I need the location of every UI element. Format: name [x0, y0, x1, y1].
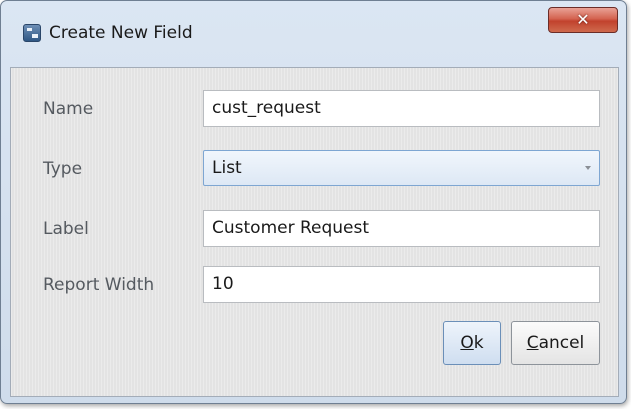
label-label: Label	[43, 219, 89, 239]
title-bar[interactable]: Create New Field ✕	[1, 1, 626, 67]
type-select[interactable]: List	[203, 150, 600, 186]
cancel-mnemonic: C	[526, 333, 539, 353]
window-title: Create New Field	[49, 23, 193, 43]
ok-mnemonic: O	[460, 333, 474, 353]
label-field[interactable]: Customer Request	[203, 210, 600, 247]
report-width-field[interactable]: 10	[203, 266, 600, 303]
type-select-value: List	[212, 158, 242, 178]
close-button[interactable]: ✕	[548, 7, 618, 33]
ok-label-rest: k	[473, 333, 484, 353]
type-label: Type	[43, 159, 83, 179]
name-field[interactable]: cust_request	[203, 90, 600, 127]
ok-button[interactable]: Ok	[443, 321, 501, 365]
report-width-label: Report Width	[43, 275, 155, 295]
app-icon	[23, 24, 41, 42]
dialog-content: Name cust_request Type List Label Custom…	[10, 67, 619, 397]
cancel-button[interactable]: Cancel	[511, 321, 600, 365]
chevron-down-icon	[585, 166, 591, 170]
dialog-window: Create New Field ✕ Name cust_request Typ…	[0, 0, 627, 404]
cancel-label-rest: ancel	[538, 333, 585, 353]
name-label: Name	[43, 99, 94, 119]
